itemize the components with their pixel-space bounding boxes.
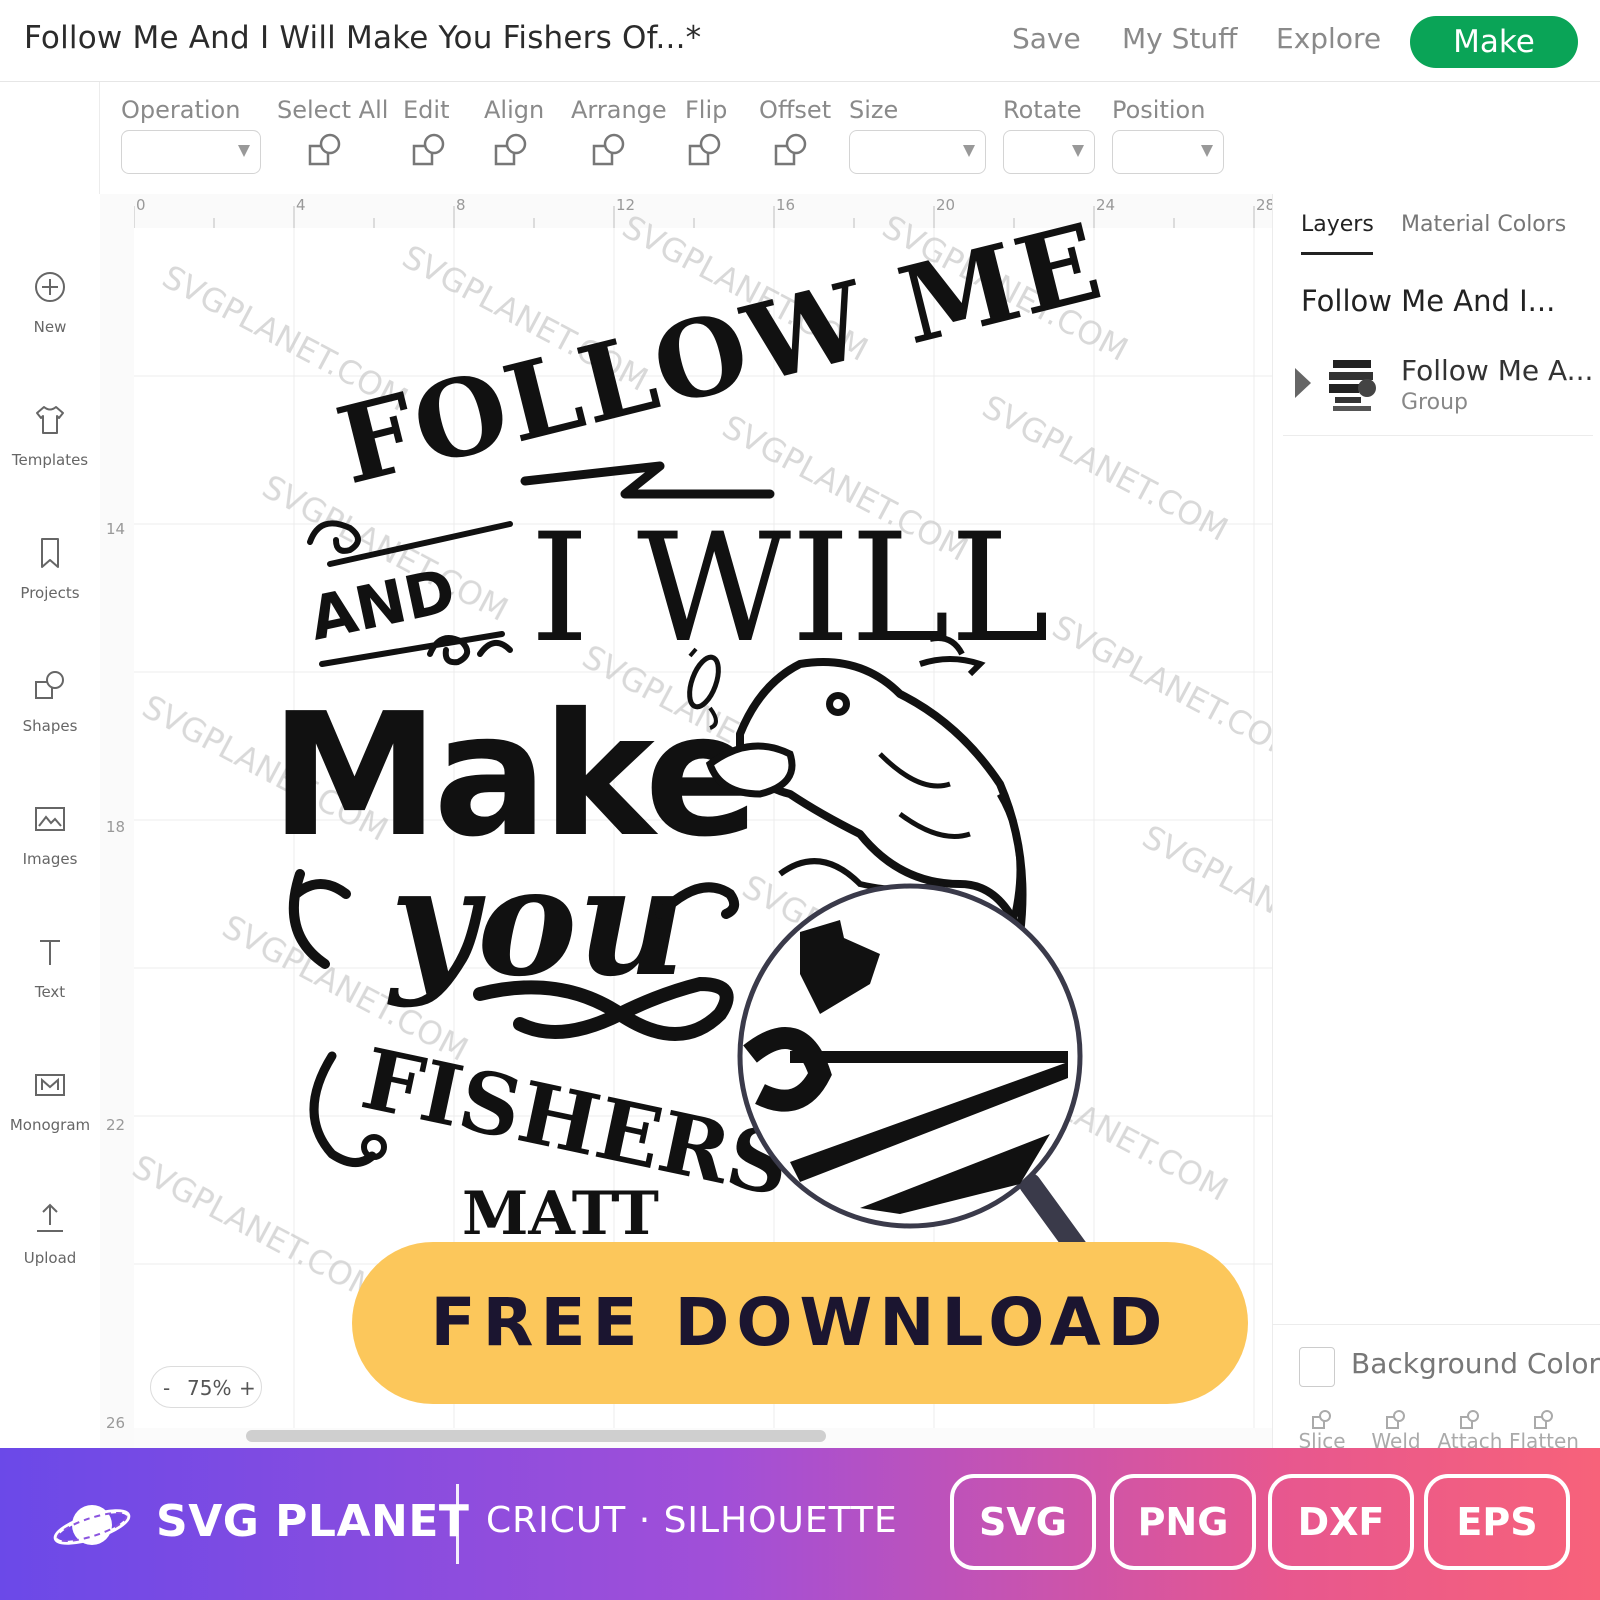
edit-icon[interactable]	[410, 132, 450, 172]
position-select[interactable]	[1112, 130, 1224, 174]
planet-logo-icon	[53, 1505, 131, 1545]
sidebar-item-projects[interactable]: Projects	[0, 536, 100, 646]
sidebar-item-text[interactable]: Text	[0, 935, 100, 1045]
format-badge-dxf[interactable]: DXF	[1268, 1474, 1414, 1570]
plus-circle-icon	[35, 272, 65, 302]
make-button[interactable]: Make	[1410, 16, 1578, 68]
chevron-down-icon	[963, 145, 975, 157]
brand-footer: SVG PLANET CRICUT · SILHOUETTE SVG PNG D…	[0, 1448, 1600, 1600]
watermark-text: SVGPLANET.COM	[1046, 608, 1272, 769]
brand-divider	[456, 1484, 459, 1564]
attach-icon	[1460, 1410, 1479, 1429]
my-stuff-link[interactable]: My Stuff	[1122, 22, 1237, 55]
expand-caret-icon[interactable]	[1295, 368, 1311, 398]
design-text-matt: MATT	[462, 1179, 659, 1249]
background-color-label: Background Color	[1351, 1347, 1600, 1380]
tab-material-colors[interactable]: Material Colors	[1401, 212, 1566, 237]
sidebar-item-shapes[interactable]: Shapes	[0, 669, 100, 779]
sidebar-item-label: Upload	[23, 1249, 77, 1267]
format-badge-svg[interactable]: SVG	[950, 1474, 1096, 1570]
operation-select[interactable]	[121, 130, 261, 174]
tab-layers[interactable]: Layers	[1301, 212, 1374, 237]
edit-label: Edit	[403, 96, 450, 124]
layer-name: Follow Me A...	[1401, 354, 1594, 387]
upload-icon	[37, 1203, 63, 1232]
edit-toolbar: Operation Select All Edit Align Arrange …	[100, 82, 1600, 194]
select-all-icon[interactable]	[306, 132, 346, 172]
size-select[interactable]	[849, 130, 986, 174]
toolbar-spacer	[0, 82, 100, 194]
operation-label: Operation	[121, 96, 241, 124]
zoom-out-button[interactable]: -	[163, 1376, 170, 1400]
background-section: Background Color Slice Weld Attach Flatt…	[1273, 1324, 1600, 1453]
sidebar-item-templates[interactable]: Templates	[0, 403, 100, 513]
format-badge-png[interactable]: PNG	[1110, 1474, 1256, 1570]
attach-button[interactable]: Attach	[1435, 1409, 1505, 1453]
sidebar-item-images[interactable]: Images	[0, 802, 100, 912]
chevron-down-icon	[238, 145, 250, 157]
active-tab-indicator	[1301, 252, 1373, 255]
sidebar-item-upload[interactable]: Upload	[0, 1201, 100, 1311]
compatibility-text: CRICUT · SILHOUETTE	[486, 1500, 898, 1541]
image-icon	[35, 807, 65, 831]
text-icon	[40, 940, 60, 965]
watermark-text: SVGPLANET.COM	[126, 1148, 384, 1309]
flatten-button[interactable]: Flatten	[1509, 1409, 1579, 1453]
left-sidebar: New Templates Projects Shapes Images Tex…	[0, 194, 100, 1448]
align-icon[interactable]	[492, 132, 532, 172]
document-title[interactable]: Follow Me And I Will Make You Fishers Of…	[24, 20, 701, 56]
slice-button[interactable]: Slice	[1287, 1409, 1357, 1453]
rotate-select[interactable]	[1003, 130, 1095, 174]
sidebar-item-label: Monogram	[9, 1116, 91, 1134]
arrange-icon[interactable]	[590, 132, 630, 172]
slice-icon	[1312, 1410, 1331, 1429]
design-text-follow-me: FOLLOW ME	[326, 198, 1114, 508]
align-label: Align	[484, 96, 545, 124]
chevron-down-icon	[1201, 145, 1213, 157]
rotate-label: Rotate	[1003, 96, 1082, 124]
watermark-text: SVGPLANET.COM	[1136, 818, 1272, 979]
weld-button[interactable]: Weld	[1361, 1409, 1431, 1453]
sidebar-item-label: New	[33, 318, 67, 336]
zoom-in-button[interactable]: +	[239, 1376, 256, 1400]
sidebar-item-label: Shapes	[22, 717, 78, 735]
sidebar-item-label: Images	[22, 850, 78, 868]
size-label: Size	[849, 96, 899, 124]
horizontal-scrollbar[interactable]	[246, 1430, 826, 1442]
layer-group-title: Follow Me And I...	[1301, 284, 1556, 318]
layers-panel: Layers Material Colors Follow Me And I..…	[1272, 194, 1600, 1453]
shapes-icon	[35, 671, 64, 699]
flatten-icon	[1534, 1410, 1553, 1429]
shirt-icon	[36, 406, 64, 434]
arrange-label: Arrange	[571, 96, 667, 124]
chevron-down-icon	[1072, 145, 1084, 157]
design-text-i-will: I WILL	[530, 502, 1050, 676]
zoom-level: 75%	[187, 1376, 232, 1400]
flip-icon[interactable]	[686, 132, 726, 172]
layer-type: Group	[1401, 390, 1468, 415]
sidebar-item-label: Templates	[11, 451, 89, 469]
monogram-icon	[35, 1074, 65, 1096]
bookmark-icon	[41, 538, 59, 568]
layer-thumbnail	[1322, 355, 1382, 415]
sidebar-item-label: Text	[34, 983, 66, 1001]
sidebar-item-monogram[interactable]: Monogram	[0, 1068, 100, 1178]
sidebar-item-label: Projects	[20, 584, 80, 602]
offset-icon[interactable]	[772, 132, 812, 172]
explore-link[interactable]: Explore	[1276, 22, 1381, 55]
flip-label: Flip	[685, 96, 728, 124]
app-header: Follow Me And I Will Make You Fishers Of…	[0, 0, 1600, 82]
save-link[interactable]: Save	[1012, 22, 1081, 55]
layer-row[interactable]: Follow Me A... Group	[1283, 344, 1593, 436]
brand-name: SVG PLANET	[156, 1496, 470, 1547]
sidebar-item-new[interactable]: New	[0, 270, 100, 380]
free-download-button[interactable]: FREE DOWNLOAD	[352, 1242, 1248, 1404]
background-color-swatch[interactable]	[1299, 1347, 1335, 1387]
offset-label: Offset	[759, 96, 832, 124]
weld-icon	[1386, 1410, 1405, 1429]
select-all-label: Select All	[277, 96, 389, 124]
zoom-control: - 75% +	[150, 1366, 262, 1408]
position-label: Position	[1112, 96, 1206, 124]
format-badge-eps[interactable]: EPS	[1424, 1474, 1570, 1570]
